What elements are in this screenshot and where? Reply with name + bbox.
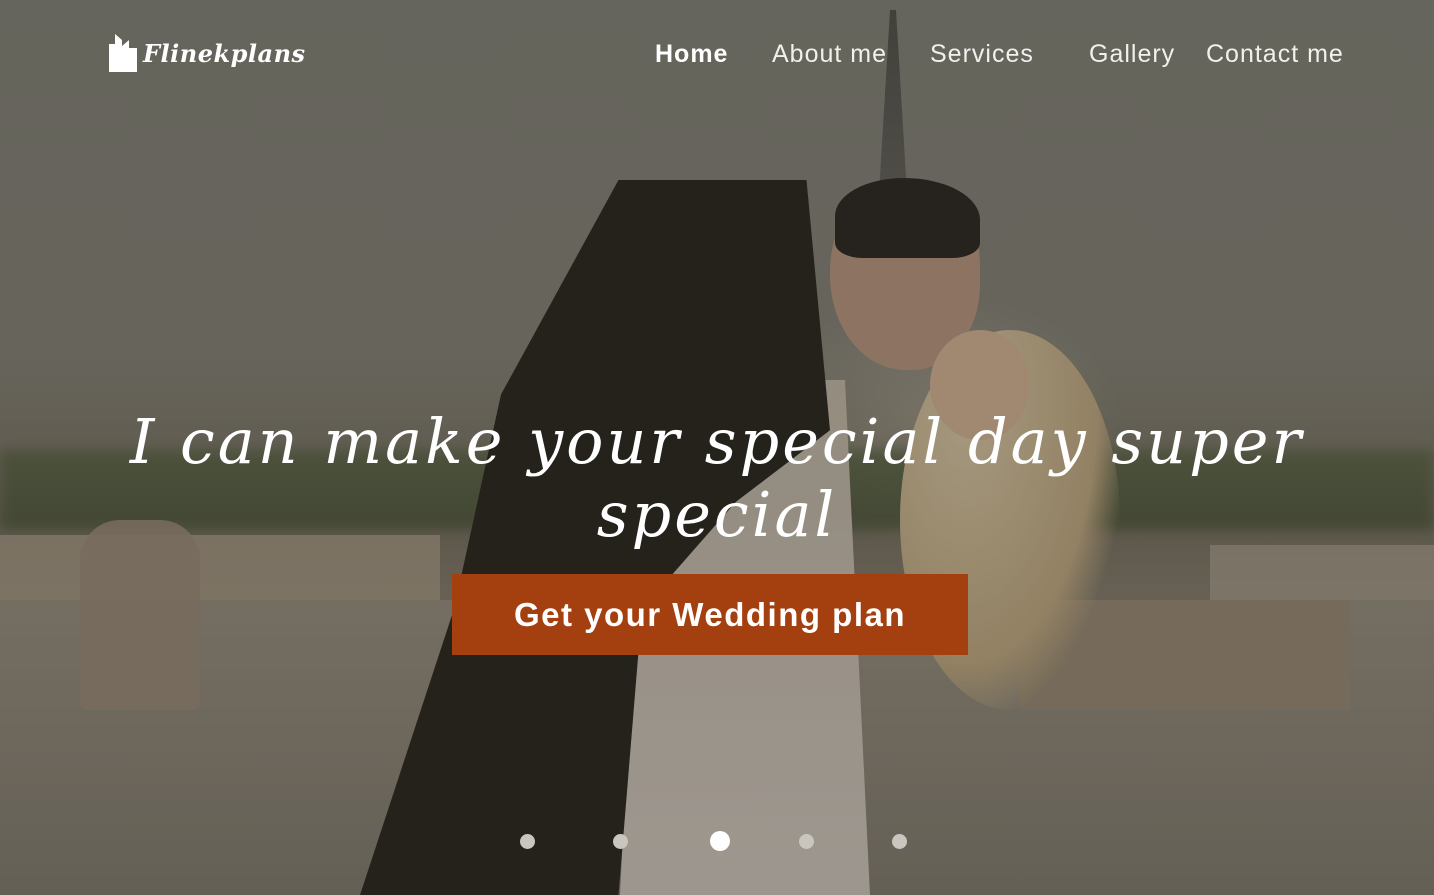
slider-dot-1[interactable]	[520, 834, 535, 849]
slider-dot-5[interactable]	[892, 834, 907, 849]
nav-menu: Home About me Services Gallery Contact m…	[0, 40, 1434, 72]
nav-item-contact-me[interactable]: Contact me	[1206, 40, 1344, 69]
slider-dot-3[interactable]	[710, 831, 730, 851]
nav-item-gallery[interactable]: Gallery	[1089, 40, 1175, 69]
nav-item-about-me[interactable]: About me	[772, 40, 887, 69]
get-wedding-plan-button[interactable]: Get your Wedding plan	[452, 574, 968, 655]
slider-dot-4[interactable]	[799, 834, 814, 849]
hero-section: Flinekplans Home About me Services Galle…	[0, 0, 1434, 895]
nav-item-services[interactable]: Services	[930, 40, 1034, 69]
slider-dot-2[interactable]	[613, 834, 628, 849]
hero-headline: I can make your special day super specia…	[129, 405, 1305, 551]
top-navigation: Flinekplans Home About me Services Galle…	[0, 0, 1434, 110]
nav-item-home[interactable]: Home	[655, 40, 728, 69]
